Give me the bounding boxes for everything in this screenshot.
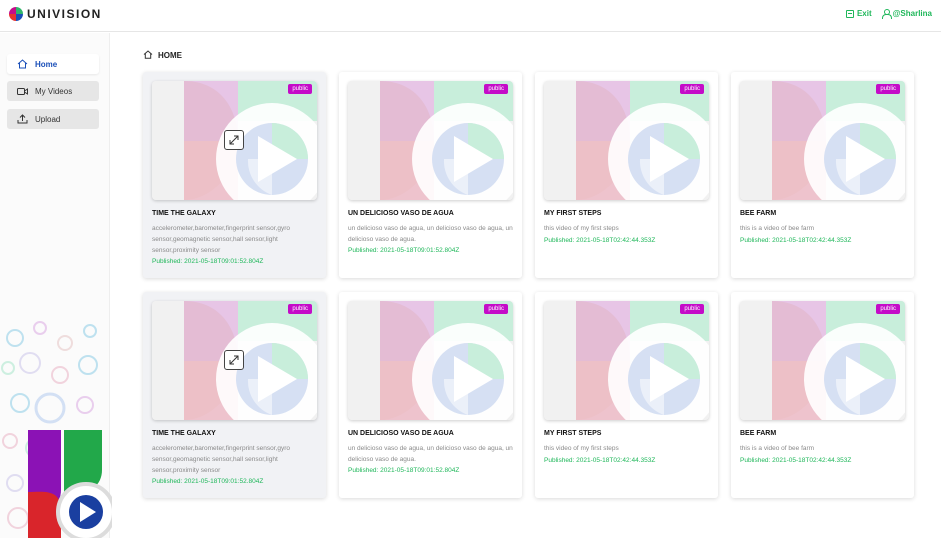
published-date: Published: 2021-05-18T09:01:52.804Z — [348, 467, 460, 474]
logo-text: UNIVISION — [27, 7, 102, 21]
main-content: HOME public TIME THE GALAXY acceleromete… — [127, 41, 941, 538]
video-description: this video of my first steps — [544, 225, 619, 232]
video-card[interactable]: public MY FIRST STEPS this video of my f… — [535, 292, 718, 498]
user-name: @Sharlina — [892, 9, 932, 18]
visibility-badge: public — [288, 304, 312, 314]
video-thumbnail-image — [348, 301, 513, 420]
visibility-badge: public — [876, 304, 900, 314]
sidebar-item-home[interactable]: Home — [7, 54, 99, 74]
video-title: UN DELICIOSO VASO DE AGUA — [348, 430, 454, 437]
video-card[interactable]: public TIME THE GALAXY accelerometer,bar… — [143, 292, 326, 498]
video-camera-icon — [17, 86, 28, 96]
video-card[interactable]: public BEE FARM this is a video of bee f… — [731, 72, 914, 278]
published-date: Published: 2021-05-18T02:42:44.353Z — [544, 237, 656, 244]
univision-brand-graphic — [28, 430, 112, 538]
top-actions: Exit @Sharlina — [845, 9, 932, 19]
sidebar-item-label: My Videos — [35, 86, 73, 96]
exit-button[interactable]: Exit — [845, 9, 872, 18]
video-description: this video of my first steps — [544, 445, 619, 452]
video-card[interactable]: public MY FIRST STEPS this video of my f… — [535, 72, 718, 278]
video-description: this is a video of bee farm — [740, 445, 815, 452]
video-description: un delicioso vaso de agua, un delicioso … — [348, 225, 513, 243]
user-profile-link[interactable]: @Sharlina — [881, 9, 932, 19]
video-thumbnail[interactable]: public — [544, 301, 709, 420]
video-thumbnail[interactable]: public — [348, 81, 513, 200]
top-bar: UNIVISION Exit @Sharlina — [0, 0, 941, 32]
visibility-badge: public — [876, 84, 900, 94]
expand-icon[interactable] — [224, 130, 244, 150]
published-date: Published: 2021-05-18T09:01:52.804Z — [152, 478, 264, 485]
breadcrumb: HOME — [143, 50, 182, 61]
published-date: Published: 2021-05-18T09:01:52.804Z — [152, 258, 264, 265]
video-thumbnail[interactable]: public — [740, 81, 905, 200]
video-thumbnail[interactable]: public — [152, 301, 317, 420]
home-icon[interactable] — [143, 50, 153, 61]
video-card[interactable]: public TIME THE GALAXY accelerometer,bar… — [143, 72, 326, 278]
visibility-badge: public — [680, 84, 704, 94]
video-thumbnail[interactable]: public — [348, 301, 513, 420]
home-icon — [17, 59, 28, 69]
video-title: MY FIRST STEPS — [544, 210, 602, 217]
video-thumbnail-image — [348, 81, 513, 200]
breadcrumb-label: HOME — [158, 51, 182, 60]
sidebar-item-label: Home — [35, 59, 58, 69]
univision-logo[interactable]: UNIVISION — [9, 7, 102, 21]
sidebar-item-my-videos[interactable]: My Videos — [7, 81, 99, 101]
video-title: MY FIRST STEPS — [544, 430, 602, 437]
video-card[interactable]: public BEE FARM this is a video of bee f… — [731, 292, 914, 498]
visibility-badge: public — [288, 84, 312, 94]
video-description: this is a video of bee farm — [740, 225, 815, 232]
video-description: accelerometer,barometer,fingerprint sens… — [152, 225, 291, 254]
video-card[interactable]: public UN DELICIOSO VASO DE AGUA un deli… — [339, 292, 522, 498]
video-title: UN DELICIOSO VASO DE AGUA — [348, 210, 454, 217]
user-icon — [881, 9, 892, 19]
published-date: Published: 2021-05-18T02:42:44.353Z — [740, 457, 852, 464]
video-thumbnail[interactable]: public — [740, 301, 905, 420]
video-title: BEE FARM — [740, 430, 777, 437]
visibility-badge: public — [484, 84, 508, 94]
video-thumbnail-image — [544, 301, 709, 420]
video-title: BEE FARM — [740, 210, 777, 217]
published-date: Published: 2021-05-18T02:42:44.353Z — [740, 237, 852, 244]
video-title: TIME THE GALAXY — [152, 430, 216, 437]
sidebar-item-label: Upload — [35, 114, 61, 124]
video-thumbnail[interactable]: public — [152, 81, 317, 200]
visibility-badge: public — [680, 304, 704, 314]
video-thumbnail[interactable]: public — [544, 81, 709, 200]
exit-icon — [845, 9, 854, 18]
video-thumbnail-image — [740, 301, 905, 420]
exit-label: Exit — [856, 9, 872, 18]
univision-logo-icon — [9, 7, 23, 21]
visibility-badge: public — [484, 304, 508, 314]
video-thumbnail-image — [544, 81, 709, 200]
video-description: un delicioso vaso de agua, un delicioso … — [348, 445, 513, 463]
video-description: accelerometer,barometer,fingerprint sens… — [152, 445, 291, 474]
published-date: Published: 2021-05-18T02:42:44.353Z — [544, 457, 656, 464]
expand-icon[interactable] — [224, 350, 244, 370]
upload-icon — [17, 114, 28, 124]
video-thumbnail-image — [740, 81, 905, 200]
published-date: Published: 2021-05-18T09:01:52.804Z — [348, 247, 460, 254]
video-title: TIME THE GALAXY — [152, 210, 216, 217]
video-card[interactable]: public UN DELICIOSO VASO DE AGUA un deli… — [339, 72, 522, 278]
sidebar-item-upload[interactable]: Upload — [7, 109, 99, 129]
